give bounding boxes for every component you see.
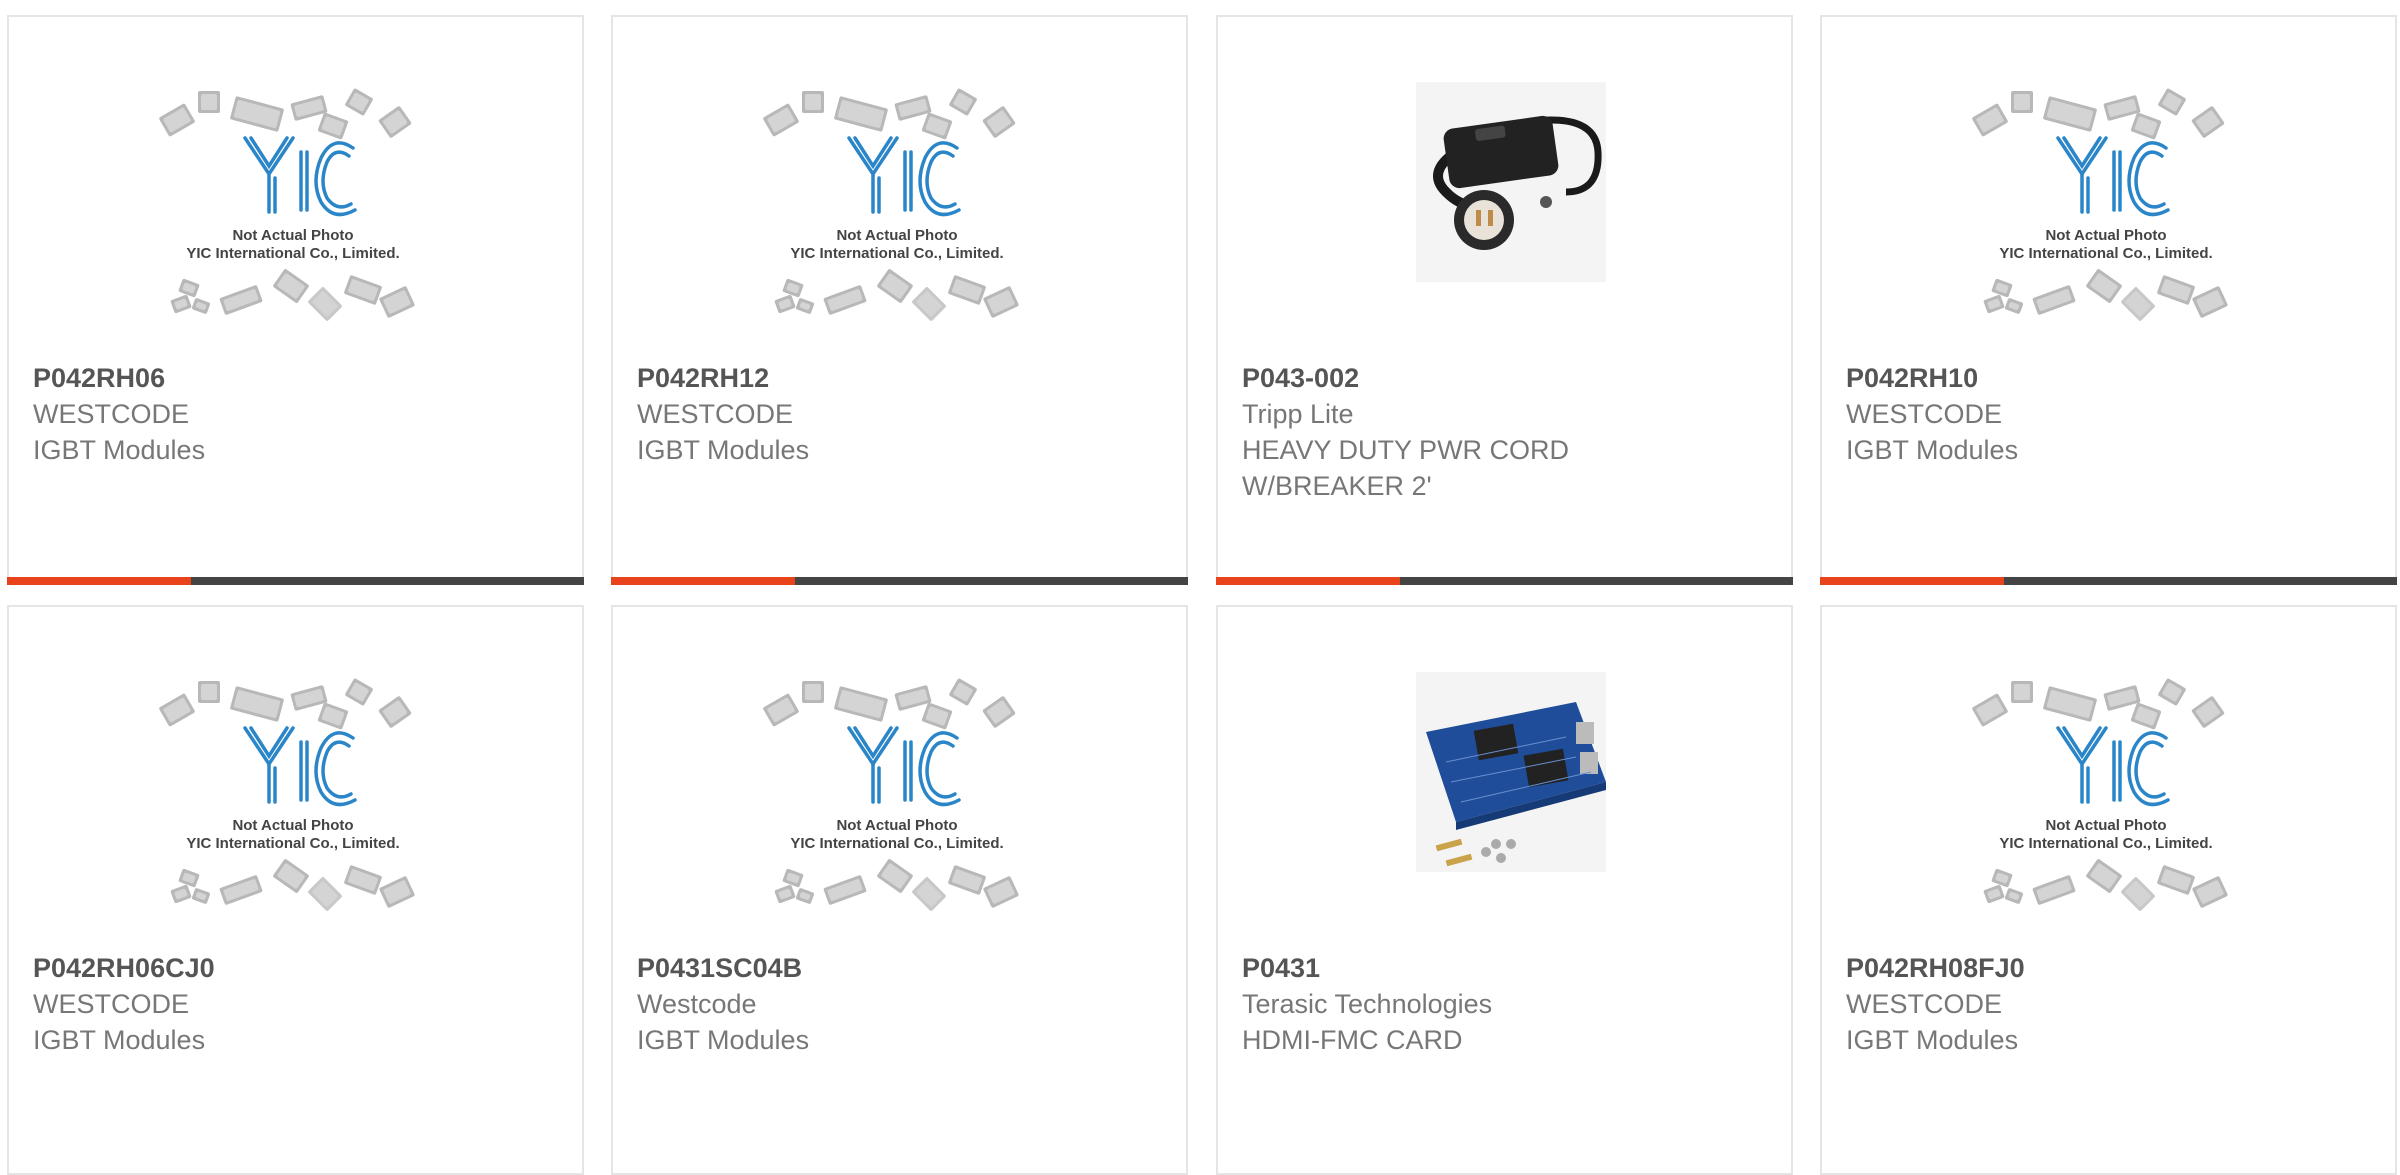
- product-card[interactable]: Not Actual Photo YIC International Co., …: [7, 605, 584, 1175]
- card-accent-bar: [611, 577, 1188, 585]
- part-number[interactable]: P042RH10: [1846, 360, 2375, 396]
- product-image[interactable]: Not Actual Photo YIC International Co., …: [157, 672, 437, 912]
- card-accent-bar: [1820, 577, 2397, 585]
- product-image[interactable]: Not Actual Photo YIC International Co., …: [157, 82, 437, 322]
- product-card[interactable]: P0431 Terasic Technologies HDMI-FMC CARD: [1216, 605, 1793, 1175]
- product-card[interactable]: P043-002 Tripp Lite HEAVY DUTY PWR CORD …: [1216, 15, 1793, 585]
- part-number[interactable]: P043-002: [1242, 360, 1771, 396]
- placeholder-line2: YIC International Co., Limited.: [790, 245, 1003, 262]
- product-description: HEAVY DUTY PWR CORD: [1242, 435, 1570, 465]
- manufacturer: WESTCODE: [1846, 989, 2003, 1019]
- manufacturer: Terasic Technologies: [1242, 989, 1493, 1019]
- placeholder-line1: Not Actual Photo: [2045, 227, 2166, 244]
- product-image[interactable]: [1366, 672, 1646, 912]
- part-number[interactable]: P042RH06: [33, 360, 562, 396]
- product-description: HDMI-FMC CARD: [1242, 1025, 1463, 1055]
- placeholder-line2: YIC International Co., Limited.: [1999, 245, 2212, 262]
- placeholder-line1: Not Actual Photo: [836, 227, 957, 244]
- manufacturer: Westcode: [637, 989, 757, 1019]
- product-description: IGBT Modules: [33, 1025, 206, 1055]
- accent-bar-fill: [1820, 577, 2004, 585]
- product-card[interactable]: Not Actual Photo YIC International Co., …: [611, 15, 1188, 585]
- manufacturer: Tripp Lite: [1242, 399, 1354, 429]
- product-description: IGBT Modules: [1846, 435, 2019, 465]
- card-accent-bar: [1216, 577, 1793, 585]
- accent-bar-fill: [7, 577, 191, 585]
- product-description: IGBT Modules: [1846, 1025, 2019, 1055]
- product-description-line2: W/BREAKER 2': [1242, 471, 1432, 501]
- placeholder-line2: YIC International Co., Limited.: [186, 245, 399, 262]
- product-image[interactable]: Not Actual Photo YIC International Co., …: [761, 82, 1041, 322]
- placeholder-line1: Not Actual Photo: [2045, 817, 2166, 834]
- placeholder-line2: YIC International Co., Limited.: [186, 835, 399, 852]
- part-number[interactable]: P0431SC04B: [637, 950, 1166, 986]
- accent-bar-fill: [611, 577, 795, 585]
- card-accent-bar: [7, 577, 584, 585]
- product-card[interactable]: Not Actual Photo YIC International Co., …: [7, 15, 584, 585]
- part-number[interactable]: P042RH06CJ0: [33, 950, 562, 986]
- part-number[interactable]: P042RH12: [637, 360, 1166, 396]
- product-grid: Not Actual Photo YIC International Co., …: [7, 15, 2400, 1175]
- part-number[interactable]: P042RH08FJ0: [1846, 950, 2375, 986]
- accent-bar-fill: [1216, 577, 1400, 585]
- product-description: IGBT Modules: [637, 435, 810, 465]
- product-description: IGBT Modules: [33, 435, 206, 465]
- product-image[interactable]: Not Actual Photo YIC International Co., …: [761, 672, 1041, 912]
- manufacturer: WESTCODE: [637, 399, 794, 429]
- manufacturer: WESTCODE: [33, 399, 190, 429]
- manufacturer: WESTCODE: [33, 989, 190, 1019]
- placeholder-line1: Not Actual Photo: [232, 227, 353, 244]
- product-card[interactable]: Not Actual Photo YIC International Co., …: [1820, 605, 2397, 1175]
- placeholder-line1: Not Actual Photo: [232, 817, 353, 834]
- product-image[interactable]: [1366, 82, 1646, 322]
- product-description: IGBT Modules: [637, 1025, 810, 1055]
- placeholder-line2: YIC International Co., Limited.: [790, 835, 1003, 852]
- part-number[interactable]: P0431: [1242, 950, 1771, 986]
- manufacturer: WESTCODE: [1846, 399, 2003, 429]
- placeholder-line1: Not Actual Photo: [836, 817, 957, 834]
- product-card[interactable]: Not Actual Photo YIC International Co., …: [611, 605, 1188, 1175]
- placeholder-line2: YIC International Co., Limited.: [1999, 835, 2212, 852]
- product-image[interactable]: Not Actual Photo YIC International Co., …: [1970, 82, 2250, 322]
- product-image[interactable]: Not Actual Photo YIC International Co., …: [1970, 672, 2250, 912]
- product-card[interactable]: Not Actual Photo YIC International Co., …: [1820, 15, 2397, 585]
